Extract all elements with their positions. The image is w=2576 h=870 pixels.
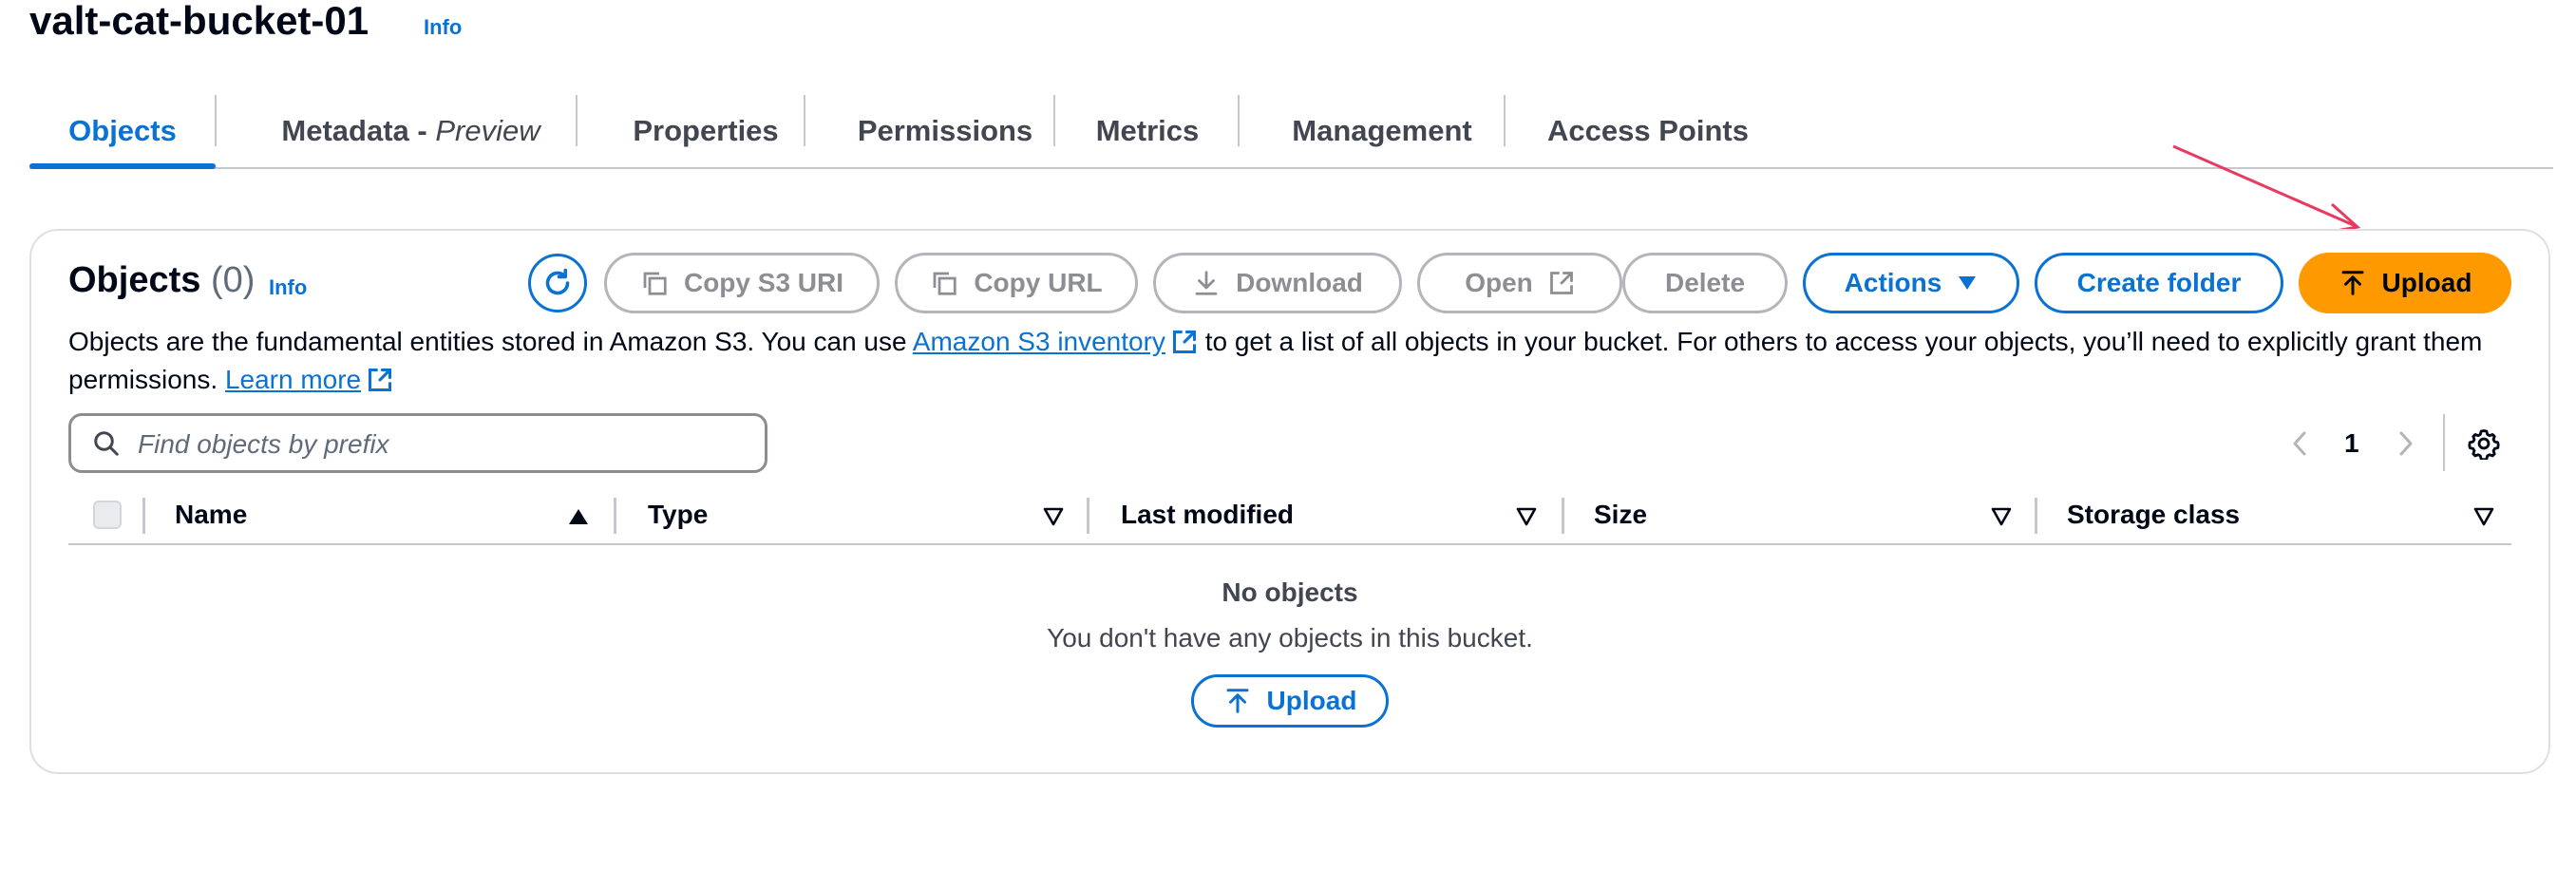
delete-button[interactable]: Delete: [1622, 253, 1788, 313]
upload-button[interactable]: Upload: [2299, 253, 2511, 313]
objects-info-link[interactable]: Info: [269, 275, 307, 300]
external-link-icon: [1549, 272, 1573, 294]
open-button[interactable]: Open: [1417, 253, 1622, 313]
current-page[interactable]: 1: [2344, 428, 2359, 459]
empty-state-upload-button[interactable]: Upload: [1191, 674, 1389, 728]
settings-gear-icon[interactable]: [2468, 427, 2500, 460]
sort-ascending-icon[interactable]: [568, 507, 589, 526]
download-button[interactable]: Download: [1153, 253, 1402, 313]
objects-count: (0): [210, 260, 256, 300]
next-page-icon[interactable]: [2396, 429, 2416, 458]
empty-state-upload-label: Upload: [1266, 686, 1357, 715]
pagination-divider: [2443, 414, 2445, 471]
tab-permissions[interactable]: Permissions: [805, 95, 1085, 167]
column-header-name[interactable]: Name: [175, 500, 247, 530]
amazon-s3-inventory-link[interactable]: Amazon S3 inventory: [913, 327, 1165, 356]
tab-management[interactable]: Management: [1240, 95, 1525, 167]
download-label: Download: [1236, 268, 1363, 297]
column-header-last-modified[interactable]: Last modified: [1121, 500, 1294, 530]
learn-more-link[interactable]: Learn more: [225, 365, 361, 394]
actions-label: Actions: [1844, 268, 1942, 297]
external-link-icon: [1172, 330, 1196, 354]
open-label: Open: [1465, 268, 1533, 297]
column-header-storage-class[interactable]: Storage class: [2067, 500, 2240, 530]
select-all-checkbox[interactable]: [93, 501, 122, 529]
empty-state-message: You don't have any objects in this bucke…: [1047, 623, 1533, 652]
page-title: valt-cat-bucket-01: [29, 0, 369, 43]
copy-icon: [643, 272, 667, 295]
search-field[interactable]: [68, 413, 767, 473]
refresh-button[interactable]: [528, 254, 587, 312]
table-header-divider: [68, 543, 2511, 545]
copy-url-label: Copy URL: [974, 268, 1103, 297]
actions-dropdown-button[interactable]: Actions: [1803, 253, 2019, 313]
delete-label: Delete: [1664, 268, 1746, 297]
sort-descending-outline-icon[interactable]: [1991, 507, 2012, 526]
tab-objects[interactable]: Objects: [29, 95, 216, 169]
column-divider: [142, 498, 145, 534]
sort-descending-outline-icon[interactable]: [2473, 507, 2494, 526]
upload-label: Upload: [2381, 268, 2472, 297]
upload-icon: [1226, 689, 1249, 713]
column-header-size[interactable]: Size: [1594, 500, 1647, 530]
sort-descending-outline-icon[interactable]: [1516, 507, 1537, 526]
copy-s3-uri-label: Copy S3 URI: [683, 268, 844, 297]
external-link-icon: [369, 368, 392, 392]
sort-descending-outline-icon[interactable]: [1043, 507, 1064, 526]
download-icon: [1195, 271, 1218, 295]
objects-title: Objects: [68, 260, 201, 300]
objects-description: Objects are the fundamental entities sto…: [68, 323, 2519, 399]
upload-icon: [2341, 271, 2364, 295]
copy-s3-uri-button[interactable]: Copy S3 URI: [604, 253, 880, 313]
search-icon: [94, 431, 119, 456]
refresh-icon: [545, 268, 570, 295]
create-folder-button[interactable]: Create folder: [2035, 253, 2283, 313]
copy-icon: [933, 272, 957, 295]
caret-down-icon: [1959, 276, 1977, 290]
copy-url-button[interactable]: Copy URL: [895, 253, 1138, 313]
tab-metrics[interactable]: Metrics: [1055, 95, 1240, 167]
annotation-arrow: [2172, 144, 2361, 235]
tab-properties[interactable]: Properties: [578, 95, 834, 167]
search-input[interactable]: [136, 424, 748, 465]
tab-metadata-label: Metadata -: [281, 114, 436, 147]
info-link[interactable]: Info: [424, 15, 462, 40]
create-folder-label: Create folder: [2076, 268, 2242, 297]
column-divider: [2035, 498, 2037, 534]
column-divider: [614, 498, 616, 534]
column-divider: [1562, 498, 1564, 534]
tab-metadata-preview[interactable]: Metadata - Preview: [217, 95, 605, 167]
column-header-type[interactable]: Type: [648, 500, 708, 530]
empty-state-title: No objects: [1222, 577, 1358, 607]
objects-heading: Objects (0): [68, 260, 255, 301]
tab-access-points[interactable]: Access Points: [1506, 95, 1790, 167]
description-text-1: Objects are the fundamental entities sto…: [68, 327, 913, 356]
column-divider: [1087, 498, 1089, 534]
tab-metadata-preview-suffix: Preview: [435, 114, 540, 147]
previous-page-icon[interactable]: [2289, 429, 2310, 458]
